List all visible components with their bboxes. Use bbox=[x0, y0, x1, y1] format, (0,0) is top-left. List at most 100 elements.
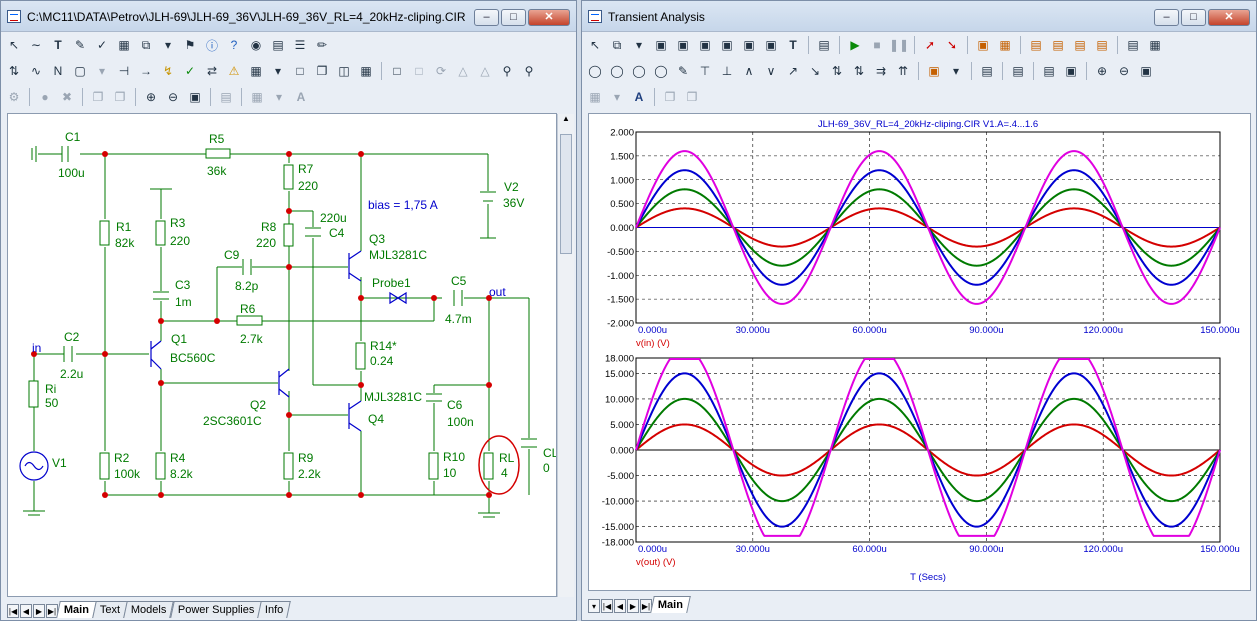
stepping-icon[interactable]: ⇈ bbox=[893, 61, 913, 81]
close-button[interactable]: ✕ bbox=[528, 9, 570, 26]
next-simulation-icon[interactable]: ⇅ bbox=[827, 61, 847, 81]
plot-layout-3-icon[interactable]: ▤ bbox=[1070, 35, 1090, 55]
analysis-titlebar[interactable]: Transient Analysis – □ ✕ bbox=[582, 1, 1256, 32]
next-peak-icon[interactable]: ∧ bbox=[739, 61, 759, 81]
dropdown-arrow-icon[interactable]: ▾ bbox=[158, 35, 178, 55]
globe-icon[interactable]: ◉ bbox=[246, 35, 266, 55]
flip-icon[interactable]: ⇄ bbox=[202, 61, 222, 81]
maximize-button[interactable]: □ bbox=[501, 9, 526, 26]
rotate-icon[interactable]: ⟳ bbox=[431, 61, 451, 81]
mirror-icon[interactable]: △ bbox=[453, 61, 473, 81]
schematic-canvas[interactable]: C1 100u R5 36k R7 220 V2 36V R1 82k R3 2… bbox=[7, 113, 559, 597]
same-y-scales-icon[interactable]: ▤ bbox=[1039, 61, 1059, 81]
scale-icon[interactable]: ▣ bbox=[651, 35, 671, 55]
dropdown-arrow-icon[interactable]: ▾ bbox=[946, 61, 966, 81]
package-icon[interactable]: ▦ bbox=[356, 61, 376, 81]
transient-plot[interactable]: JLH-69_36V_RL=4_20kHz-cliping.CIR V1.A=.… bbox=[589, 114, 1250, 590]
copy-region-icon[interactable]: ❐ bbox=[88, 87, 108, 107]
copy-icon[interactable]: ⧉ bbox=[607, 35, 627, 55]
previous-simulation-icon[interactable]: ⇅ bbox=[849, 61, 869, 81]
tab-next-button[interactable]: ▶ bbox=[627, 599, 639, 613]
zoom-fit-icon[interactable]: ▣ bbox=[1136, 61, 1156, 81]
run-icon[interactable]: ▶ bbox=[845, 35, 865, 55]
copy-icon[interactable]: ⧉ bbox=[136, 35, 156, 55]
next-valley-icon[interactable]: ∨ bbox=[761, 61, 781, 81]
slope-icon[interactable]: ▣ bbox=[739, 35, 759, 55]
next-object-icon[interactable]: ⇉ bbox=[871, 61, 891, 81]
numeric-output-icon[interactable]: ▤ bbox=[977, 61, 997, 81]
wire-icon[interactable]: ∼ bbox=[26, 35, 46, 55]
peak-icon[interactable]: ▣ bbox=[717, 35, 737, 55]
schematic-diagram[interactable]: C1 100u R5 36k R7 220 V2 36V R1 82k R3 2… bbox=[8, 114, 559, 596]
cursor-right-icon[interactable]: ◯ bbox=[607, 61, 627, 81]
stop-icon[interactable]: ■ bbox=[867, 35, 887, 55]
schematic-vertical-scrollbar[interactable]: ▲ bbox=[557, 114, 574, 597]
waveform-icon[interactable]: ∿ bbox=[26, 61, 46, 81]
data-points-icon[interactable]: ▣ bbox=[973, 35, 993, 55]
minimize-button[interactable]: – bbox=[1154, 9, 1179, 26]
binoculars-icon[interactable]: ⚲ bbox=[519, 61, 539, 81]
dropdown-arrow-icon[interactable]: ▾ bbox=[607, 87, 627, 107]
cursor-left-icon[interactable]: ◯ bbox=[585, 61, 605, 81]
node-snap-icon[interactable]: → bbox=[136, 61, 156, 81]
plot-area[interactable]: JLH-69_36V_RL=4_20kHz-cliping.CIR V1.A=.… bbox=[588, 113, 1251, 591]
cursor-edit-icon[interactable]: ✎ bbox=[673, 61, 693, 81]
tab-prev-button[interactable]: ◀ bbox=[20, 604, 32, 618]
notes-icon[interactable]: ▤ bbox=[268, 35, 288, 55]
settings-icon[interactable]: ⚙ bbox=[4, 87, 24, 107]
probe-icon[interactable]: ⇅ bbox=[4, 61, 24, 81]
grid-icon[interactable]: ▦ bbox=[246, 61, 266, 81]
zoom-out-icon[interactable]: ⊖ bbox=[1114, 61, 1134, 81]
paste-region-icon[interactable]: ❐ bbox=[682, 87, 702, 107]
page-copy-icon[interactable]: ❐ bbox=[312, 61, 332, 81]
tab-models[interactable]: Models bbox=[123, 601, 175, 618]
mirror-vertical-icon[interactable]: △ bbox=[475, 61, 495, 81]
schematic-titlebar[interactable]: C:\MC11\DATA\Petrov\JLH-69\JLH-69_36V\JL… bbox=[1, 1, 576, 32]
node-number-icon[interactable]: N bbox=[48, 61, 68, 81]
print-icon[interactable]: ▤ bbox=[216, 87, 236, 107]
tab-info[interactable]: Info bbox=[257, 601, 292, 618]
minimize-button[interactable]: – bbox=[474, 9, 499, 26]
zoom-out-icon[interactable]: ⊖ bbox=[163, 87, 183, 107]
pin-connect-icon[interactable]: ⊣ bbox=[114, 61, 134, 81]
cursor-valley-icon[interactable]: ◯ bbox=[651, 61, 671, 81]
font-icon[interactable]: A bbox=[291, 87, 311, 107]
zoom-in-icon[interactable]: ⊕ bbox=[1092, 61, 1112, 81]
component-icon[interactable]: ▦ bbox=[114, 35, 134, 55]
horizontal-split-icon[interactable]: ▤ bbox=[1123, 35, 1143, 55]
delta-icon[interactable]: ▣ bbox=[761, 35, 781, 55]
cursor-icon[interactable]: ▣ bbox=[695, 35, 715, 55]
cursor-peak-icon[interactable]: ◯ bbox=[629, 61, 649, 81]
warning-icon[interactable]: ⚠ bbox=[224, 61, 244, 81]
zoom-fit-icon[interactable]: ▣ bbox=[185, 87, 205, 107]
list-icon[interactable]: ☰ bbox=[290, 35, 310, 55]
prev-slope-icon[interactable]: ↘ bbox=[805, 61, 825, 81]
text-tool-icon[interactable]: T bbox=[783, 35, 803, 55]
go-high-icon[interactable]: ⊤ bbox=[695, 61, 715, 81]
select-arrow-icon[interactable]: ↖ bbox=[585, 35, 605, 55]
dropdown-arrow-icon[interactable]: ▾ bbox=[92, 61, 112, 81]
tab-next-button[interactable]: ▶ bbox=[33, 604, 45, 618]
go-low-icon[interactable]: ⊥ bbox=[717, 61, 737, 81]
tab-power-supplies[interactable]: Power Supplies bbox=[169, 601, 262, 618]
tab-first-button[interactable]: |◀ bbox=[7, 604, 19, 618]
auto-scale-icon[interactable]: ▣ bbox=[1061, 61, 1081, 81]
dropdown-arrow-icon[interactable]: ▾ bbox=[268, 61, 288, 81]
dropdown-arrow-icon[interactable]: ▾ bbox=[269, 87, 289, 107]
page-icon[interactable]: □ bbox=[290, 61, 310, 81]
info-icon[interactable]: ⓘ bbox=[202, 35, 222, 55]
select-arrow-icon[interactable]: ↖ bbox=[4, 35, 24, 55]
box-icon[interactable]: □ bbox=[409, 61, 429, 81]
tab-main[interactable]: Main bbox=[650, 596, 691, 613]
stop-icon[interactable]: ● bbox=[35, 87, 55, 107]
attribute-icon[interactable]: ▢ bbox=[70, 61, 90, 81]
zoom-in-icon[interactable]: ⊕ bbox=[141, 87, 161, 107]
zoom-box-icon[interactable]: ▣ bbox=[673, 35, 693, 55]
tab-prev-button[interactable]: ◀ bbox=[614, 599, 626, 613]
font-icon[interactable]: A bbox=[629, 87, 649, 107]
scale-up-icon[interactable]: ➚ bbox=[920, 35, 940, 55]
next-slope-icon[interactable]: ↗ bbox=[783, 61, 803, 81]
copy-region-icon[interactable]: ❐ bbox=[660, 87, 680, 107]
check-mark-icon[interactable]: ✓ bbox=[180, 61, 200, 81]
flag-icon[interactable]: ⚑ bbox=[180, 35, 200, 55]
